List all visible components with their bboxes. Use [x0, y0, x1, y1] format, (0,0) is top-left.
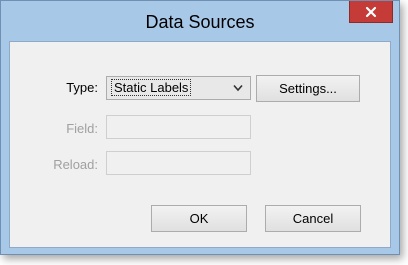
dialog-body: Type: Static Labels Settings... Field: R…: [9, 41, 391, 248]
field-label: Field:: [66, 121, 98, 136]
close-icon: [365, 6, 377, 17]
dialog-title: Data Sources: [145, 12, 255, 32]
type-label: Type:: [66, 80, 98, 95]
type-select-value: Static Labels: [110, 79, 192, 96]
reload-label: Reload:: [53, 157, 98, 172]
reload-input[interactable]: [106, 151, 251, 175]
cancel-button[interactable]: Cancel: [265, 205, 361, 232]
settings-button[interactable]: Settings...: [256, 75, 360, 102]
field-input[interactable]: [106, 115, 251, 139]
data-sources-dialog: Data Sources Type: Static Labels Setting…: [0, 0, 400, 255]
title-bar[interactable]: Data Sources: [1, 1, 399, 33]
chevron-down-icon: [233, 84, 243, 92]
close-button[interactable]: [349, 1, 393, 23]
type-select[interactable]: Static Labels: [106, 76, 251, 100]
ok-button[interactable]: OK: [151, 205, 247, 232]
